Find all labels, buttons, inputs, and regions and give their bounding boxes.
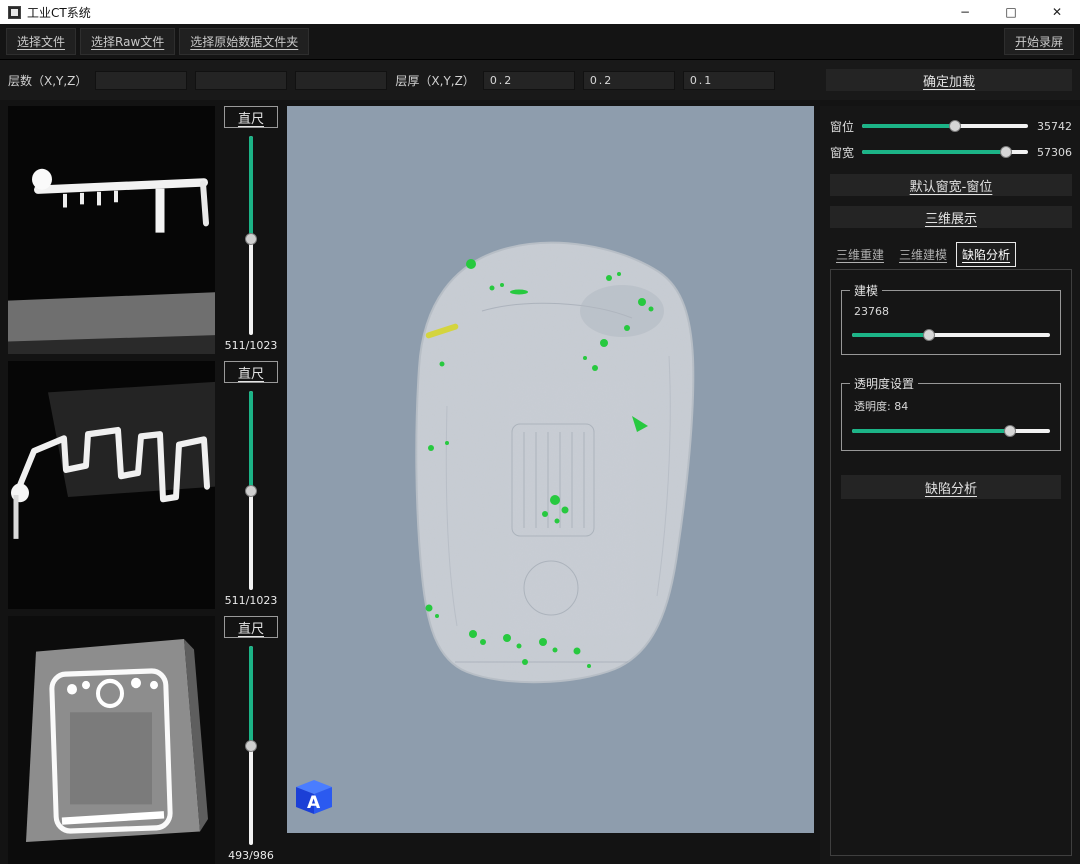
layers-label: 层数（X,Y,Z） bbox=[8, 72, 87, 89]
slider-handle[interactable] bbox=[949, 120, 961, 132]
ruler-label-1: 直尺 bbox=[224, 106, 278, 128]
app-window: 工业CT系统 − □ ✕ 选择文件 选择Raw文件 选择原始数据文件夹 开始录屏… bbox=[0, 0, 1080, 864]
ct-slice-image-2 bbox=[8, 361, 215, 609]
thickness-x-input[interactable]: 0.2 bbox=[483, 71, 575, 90]
modeling-slider[interactable] bbox=[852, 328, 1050, 342]
slider-fill bbox=[852, 333, 929, 337]
slice-slider-2[interactable] bbox=[244, 391, 258, 590]
toolbar: 选择文件 选择Raw文件 选择原始数据文件夹 开始录屏 bbox=[0, 24, 1080, 60]
ruler-label-2: 直尺 bbox=[224, 361, 278, 383]
slider-fill bbox=[852, 429, 1010, 433]
transparency-group: 透明度设置 透明度: 84 bbox=[841, 383, 1061, 451]
window-title: 工业CT系统 bbox=[27, 4, 91, 21]
svg-text:A: A bbox=[307, 793, 321, 813]
slice-slider-3[interactable] bbox=[244, 646, 258, 845]
close-button[interactable]: ✕ bbox=[1034, 0, 1080, 24]
slice-row-2: 直尺 511/1023 bbox=[8, 361, 281, 609]
slice-position-1: 511/1023 bbox=[225, 339, 278, 352]
select-folder-button[interactable]: 选择原始数据文件夹 bbox=[179, 28, 309, 55]
ct-slice-view-1[interactable] bbox=[8, 106, 215, 354]
slice-slider-column-2: 直尺 511/1023 bbox=[222, 361, 280, 609]
select-file-button[interactable]: 选择文件 bbox=[6, 28, 76, 55]
window-controls: − □ ✕ bbox=[942, 0, 1080, 24]
control-panel: 窗位 35742 窗宽 57306 默认窗宽-窗位 三维展示 bbox=[820, 106, 1080, 864]
slice-slider-1[interactable] bbox=[244, 136, 258, 335]
viewer-logo-icon: A bbox=[294, 779, 334, 815]
defect-analysis-panel: 建模 23768 透明度设置 透明度: 84 bbox=[830, 269, 1072, 856]
window-level-row: 窗位 35742 bbox=[830, 116, 1072, 136]
ct-slice-view-2[interactable] bbox=[8, 361, 215, 609]
slider-fill bbox=[249, 136, 253, 239]
layer-y-input[interactable] bbox=[195, 71, 287, 90]
slice-slider-column-3: 直尺 493/986 bbox=[222, 616, 280, 864]
3d-display-button[interactable]: 三维展示 bbox=[830, 206, 1072, 228]
3d-viewport[interactable]: A bbox=[287, 106, 814, 833]
transparency-slider[interactable] bbox=[852, 424, 1050, 438]
window-width-row: 窗宽 57306 bbox=[830, 142, 1072, 162]
ct-slice-image-1 bbox=[8, 106, 215, 354]
slider-fill bbox=[249, 391, 253, 491]
ruler-label-3: 直尺 bbox=[224, 616, 278, 638]
window-level-value: 35742 bbox=[1034, 120, 1072, 133]
tab-defect-analysis[interactable]: 缺陷分析 bbox=[956, 242, 1016, 267]
thickness-label: 层厚（X,Y,Z） bbox=[395, 72, 474, 89]
window-width-label: 窗宽 bbox=[830, 144, 856, 161]
titlebar: 工业CT系统 − □ ✕ bbox=[0, 0, 1080, 24]
modeling-group-title: 建模 bbox=[850, 282, 882, 299]
ct-slice-view-3[interactable] bbox=[8, 616, 215, 864]
layer-x-input[interactable] bbox=[95, 71, 187, 90]
tab-3d-modeling[interactable]: 三维建模 bbox=[893, 242, 953, 267]
slider-handle[interactable] bbox=[1004, 425, 1016, 437]
start-record-button[interactable]: 开始录屏 bbox=[1004, 28, 1074, 55]
select-raw-button[interactable]: 选择Raw文件 bbox=[80, 28, 175, 55]
parameter-row: 层数（X,Y,Z） 层厚（X,Y,Z） 0.2 0.2 0.1 确定加载 bbox=[0, 60, 1080, 100]
slice-position-3: 493/986 bbox=[228, 849, 274, 862]
transparency-value: 透明度: 84 bbox=[854, 398, 1050, 414]
maximize-button[interactable]: □ bbox=[988, 0, 1034, 24]
transparency-group-title: 透明度设置 bbox=[850, 375, 918, 392]
slider-fill bbox=[249, 646, 253, 746]
window-width-value: 57306 bbox=[1034, 146, 1072, 159]
slider-fill bbox=[862, 124, 955, 128]
slice-row-3: 直尺 493/986 bbox=[8, 616, 281, 864]
tab-3d-reconstruction[interactable]: 三维重建 bbox=[830, 242, 890, 267]
slider-handle[interactable] bbox=[923, 329, 935, 341]
default-window-button[interactable]: 默认窗宽-窗位 bbox=[830, 174, 1072, 196]
slider-handle[interactable] bbox=[245, 485, 257, 497]
ct-slice-image-3 bbox=[8, 616, 215, 864]
layer-z-input[interactable] bbox=[295, 71, 387, 90]
slider-handle[interactable] bbox=[245, 233, 257, 245]
window-level-slider[interactable] bbox=[862, 119, 1028, 133]
slider-handle[interactable] bbox=[1000, 146, 1012, 158]
slice-row-1: 直尺 511/1023 bbox=[8, 106, 281, 354]
window-level-label: 窗位 bbox=[830, 118, 856, 135]
3d-reconstruction bbox=[287, 106, 814, 833]
modeling-value: 23768 bbox=[854, 305, 1050, 318]
modeling-group: 建模 23768 bbox=[841, 290, 1061, 355]
confirm-load-button[interactable]: 确定加载 bbox=[826, 69, 1072, 91]
analysis-tabs: 三维重建 三维建模 缺陷分析 bbox=[830, 242, 1072, 267]
thickness-y-input[interactable]: 0.2 bbox=[583, 71, 675, 90]
slider-fill bbox=[862, 150, 1006, 154]
slice-column: 直尺 511/1023 bbox=[8, 106, 281, 864]
slider-handle[interactable] bbox=[245, 740, 257, 752]
window-width-slider[interactable] bbox=[862, 145, 1028, 159]
main-area: 直尺 511/1023 bbox=[0, 100, 1080, 864]
defect-analysis-button[interactable]: 缺陷分析 bbox=[841, 475, 1061, 499]
slice-slider-column-1: 直尺 511/1023 bbox=[222, 106, 280, 354]
slice-position-2: 511/1023 bbox=[225, 594, 278, 607]
app-icon bbox=[8, 6, 21, 19]
minimize-button[interactable]: − bbox=[942, 0, 988, 24]
thickness-z-input[interactable]: 0.1 bbox=[683, 71, 775, 90]
